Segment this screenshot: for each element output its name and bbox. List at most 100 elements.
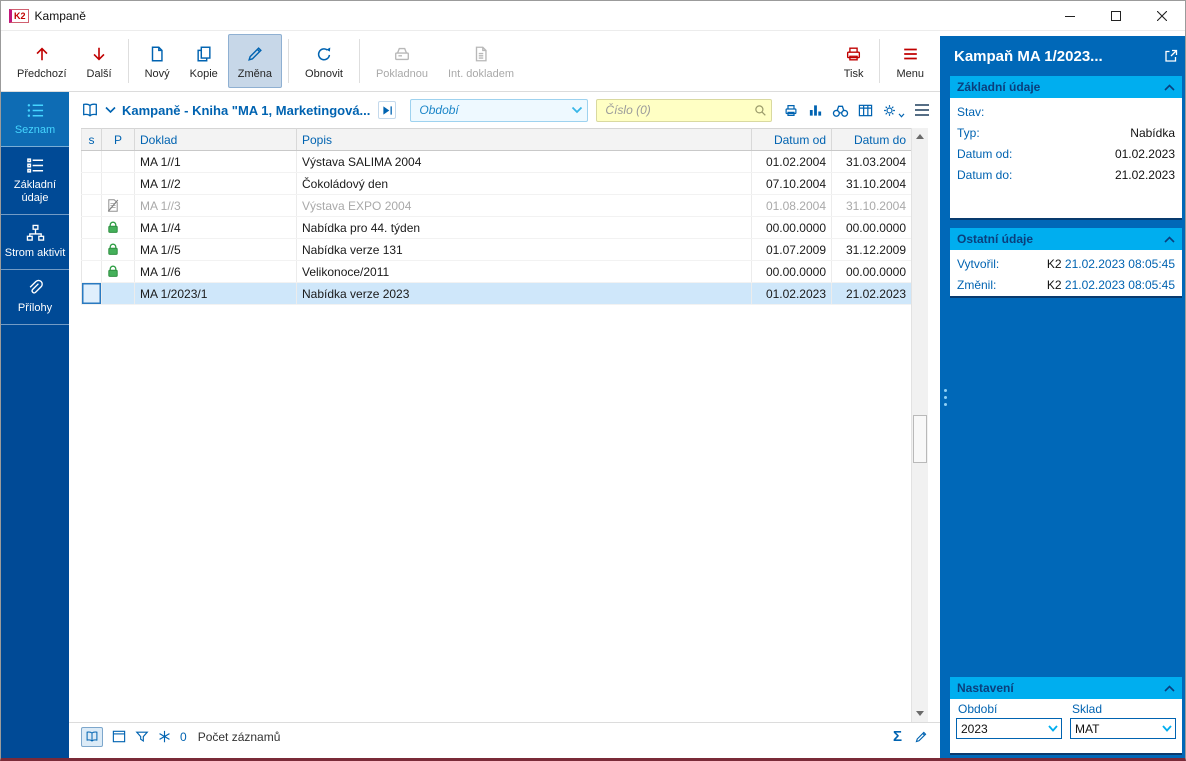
cell-datum-do[interactable]: 31.10.2004: [831, 194, 911, 217]
chevron-up-icon[interactable]: [1164, 684, 1175, 692]
cell-p[interactable]: [101, 150, 135, 173]
cell-datum-od[interactable]: 00.00.0000: [751, 216, 832, 239]
book-view-toggle[interactable]: [81, 726, 103, 747]
column-header-p[interactable]: P: [101, 128, 135, 151]
cell-s[interactable]: [81, 238, 102, 261]
maximize-button[interactable]: [1093, 1, 1139, 30]
column-header-datum-od[interactable]: Datum od: [751, 128, 832, 151]
columns-icon[interactable]: [858, 103, 873, 118]
panel-splitter[interactable]: [940, 36, 950, 758]
cell-datum-od[interactable]: 01.08.2004: [751, 194, 832, 217]
cell-datum-od[interactable]: 01.02.2023: [751, 282, 832, 305]
table-row[interactable]: MA 1//1 Výstava SALIMA 2004 01.02.2004 31.0…: [81, 150, 911, 173]
new-button[interactable]: Nový: [135, 34, 180, 88]
column-header-popis[interactable]: Popis: [296, 128, 752, 151]
cell-doklad[interactable]: MA 1//6: [134, 260, 297, 283]
column-header-datum-do[interactable]: Datum do: [831, 128, 911, 151]
column-header-doklad[interactable]: Doklad: [134, 128, 297, 151]
section-header-other[interactable]: Ostatní údaje: [950, 228, 1182, 250]
period-filter[interactable]: Období: [410, 98, 589, 122]
vertical-scrollbar[interactable]: [911, 128, 928, 722]
cell-s[interactable]: [81, 194, 102, 217]
scroll-up-arrow[interactable]: [912, 128, 928, 145]
cell-datum-do[interactable]: 21.02.2023: [831, 282, 911, 305]
chevron-up-icon[interactable]: [1164, 83, 1175, 91]
sidebar-item-strom-aktivit[interactable]: Strom aktivit: [1, 215, 69, 270]
chevron-down-icon[interactable]: [105, 106, 116, 114]
cell-s[interactable]: [81, 282, 102, 305]
table-row[interactable]: MA 1//6 Velikonoce/2011 00.00.0000 00.00.00…: [81, 260, 911, 283]
cell-p[interactable]: [101, 194, 135, 217]
section-header-settings[interactable]: Nastavení: [950, 677, 1182, 699]
previous-button[interactable]: Předchozí: [7, 34, 77, 88]
cell-popis[interactable]: Výstava EXPO 2004: [296, 194, 752, 217]
table-row[interactable]: MA 1/2023/1 Nabídka verze 2023 01.02.2023 2…: [81, 282, 911, 305]
cell-doklad[interactable]: MA 1//4: [134, 216, 297, 239]
cell-popis[interactable]: Nabídka verze 2023: [296, 282, 752, 305]
close-button[interactable]: [1139, 1, 1185, 30]
cell-s[interactable]: [81, 216, 102, 239]
grid-menu-icon[interactable]: [914, 103, 930, 117]
snowflake-icon[interactable]: [158, 730, 171, 743]
cell-doklad[interactable]: MA 1//2: [134, 172, 297, 195]
period-dropdown[interactable]: 2023: [956, 718, 1062, 739]
sidebar-item-zakladni-udaje[interactable]: Základní údaje: [1, 147, 69, 215]
filter-icon[interactable]: [135, 730, 149, 744]
table-row[interactable]: MA 1//4 Nabídka pro 44. týden 00.00.0000 00…: [81, 216, 911, 239]
cell-popis[interactable]: Nabídka verze 131: [296, 238, 752, 261]
cell-datum-do[interactable]: 31.12.2009: [831, 238, 911, 261]
scrollbar-thumb[interactable]: [913, 415, 927, 463]
cell-datum-do[interactable]: 31.10.2004: [831, 172, 911, 195]
next-button[interactable]: Další: [77, 34, 122, 88]
sidebar-item-prilohy[interactable]: Přílohy: [1, 270, 69, 325]
cell-p[interactable]: [101, 172, 135, 195]
chevron-up-icon[interactable]: [1164, 235, 1175, 243]
cell-popis[interactable]: Nabídka pro 44. týden: [296, 216, 752, 239]
cell-datum-do[interactable]: 00.00.0000: [831, 260, 911, 283]
table-row[interactable]: MA 1//3 Výstava EXPO 2004 01.08.2004 31.10.…: [81, 194, 911, 217]
book-icon[interactable]: [81, 102, 99, 118]
cell-p[interactable]: [101, 238, 135, 261]
scroll-down-arrow[interactable]: [912, 705, 928, 722]
cell-p[interactable]: [101, 216, 135, 239]
printer-icon[interactable]: [783, 103, 799, 118]
cell-doklad[interactable]: MA 1//5: [134, 238, 297, 261]
panel-view-icon[interactable]: [112, 730, 126, 743]
cell-s[interactable]: [81, 260, 102, 283]
cell-popis[interactable]: Výstava SALIMA 2004: [296, 150, 752, 173]
cell-p[interactable]: [101, 282, 135, 305]
table-row[interactable]: MA 1//2 Čokoládový den 07.10.2004 31.10.200…: [81, 172, 911, 195]
cell-datum-od[interactable]: 01.07.2009: [751, 238, 832, 261]
binoculars-icon[interactable]: [832, 103, 849, 118]
scrollbar-track[interactable]: [912, 145, 928, 705]
cell-doklad[interactable]: MA 1/2023/1: [134, 282, 297, 305]
chart-icon[interactable]: [808, 103, 823, 118]
cell-popis[interactable]: Velikonoce/2011: [296, 260, 752, 283]
sidebar-item-seznam[interactable]: Seznam: [1, 92, 69, 147]
cell-s[interactable]: [81, 150, 102, 173]
cell-datum-do[interactable]: 31.03.2004: [831, 150, 911, 173]
table-row[interactable]: MA 1//5 Nabídka verze 131 01.07.2009 31.12.…: [81, 238, 911, 261]
open-in-window-icon[interactable]: [1164, 49, 1178, 63]
section-header-basic[interactable]: Základní údaje: [950, 76, 1182, 98]
refresh-button[interactable]: Obnovit: [295, 34, 353, 88]
edit-pencil-icon[interactable]: [914, 730, 928, 744]
cell-doklad[interactable]: MA 1//1: [134, 150, 297, 173]
change-button[interactable]: Změna: [227, 34, 283, 88]
sum-icon[interactable]: Σ: [893, 729, 902, 744]
cell-datum-od[interactable]: 00.00.0000: [751, 260, 832, 283]
print-button[interactable]: Tisk: [834, 34, 874, 88]
goto-record-button[interactable]: [378, 101, 397, 119]
copy-button[interactable]: Kopie: [180, 34, 228, 88]
cell-datum-od[interactable]: 07.10.2004: [751, 172, 832, 195]
cell-datum-do[interactable]: 00.00.0000: [831, 216, 911, 239]
number-search-input[interactable]: Číslo (0): [596, 98, 773, 122]
column-header-s[interactable]: s: [81, 128, 102, 151]
cell-s[interactable]: [81, 172, 102, 195]
cell-datum-od[interactable]: 01.02.2004: [751, 150, 832, 173]
cell-doklad[interactable]: MA 1//3: [134, 194, 297, 217]
gear-icon[interactable]: [882, 103, 905, 118]
warehouse-dropdown[interactable]: MAT: [1070, 718, 1176, 739]
menu-button[interactable]: Menu: [886, 34, 934, 88]
cell-p[interactable]: [101, 260, 135, 283]
